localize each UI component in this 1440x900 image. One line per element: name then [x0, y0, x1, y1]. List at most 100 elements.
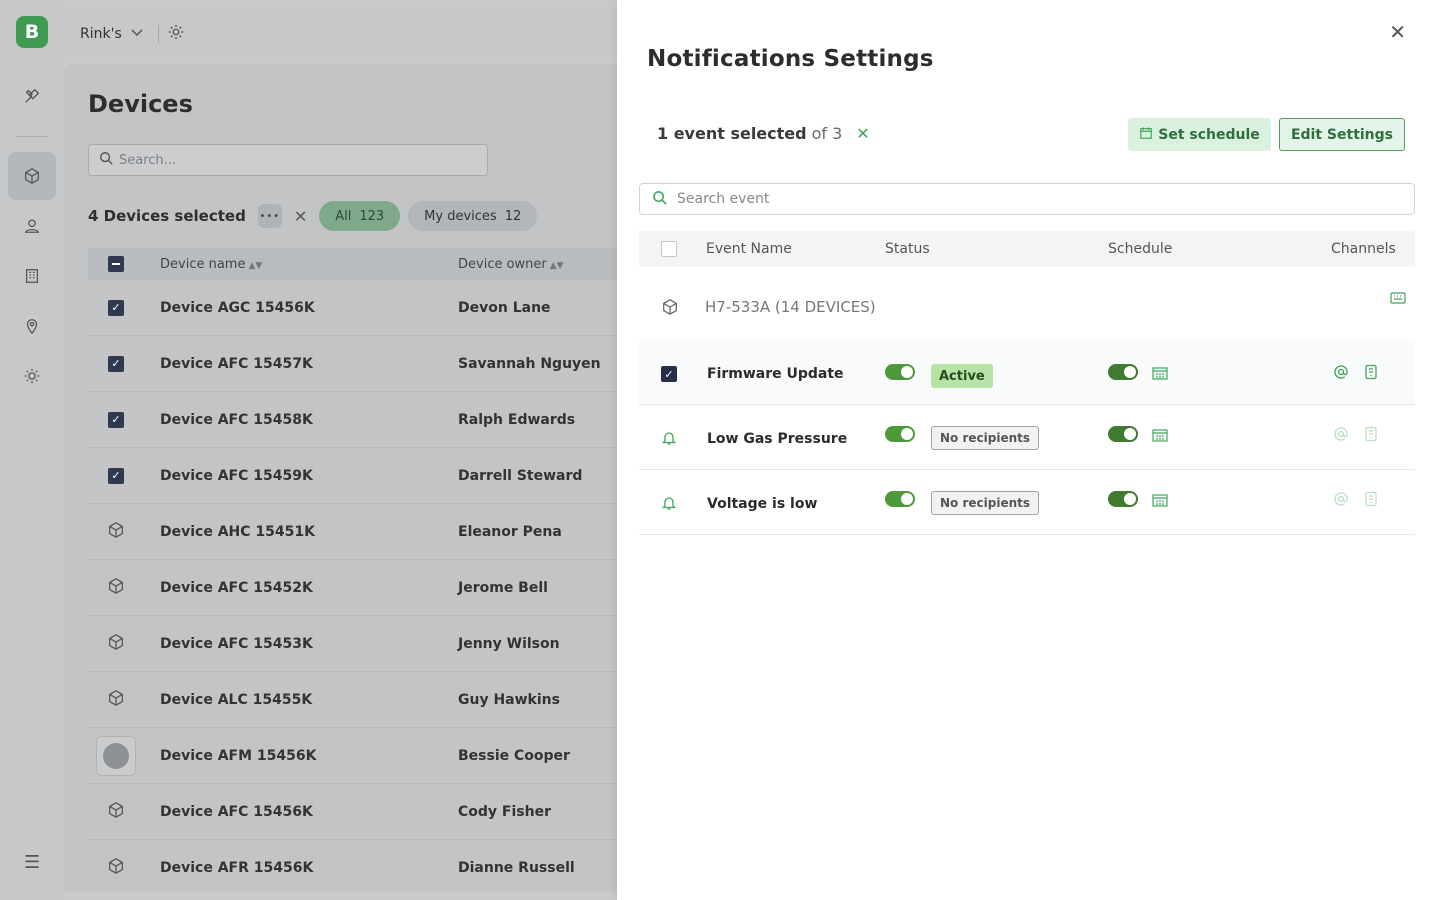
device-owner: Guy Hawkins [458, 691, 560, 708]
email-channel-icon[interactable] [1333, 426, 1349, 446]
row-checkbox[interactable] [108, 355, 124, 372]
row-checkbox[interactable] [108, 411, 124, 428]
edit-settings-button[interactable]: Edit Settings [1279, 118, 1405, 151]
devices-panel: Devices Search... 4 Devices selected •••… [64, 64, 684, 892]
device-name[interactable]: Device AFC 15453K [160, 636, 313, 652]
more-actions-button[interactable]: ••• [257, 204, 282, 228]
device-row[interactable]: Device AFC 15456K Cody Fisher [88, 784, 684, 840]
device-name[interactable]: Device AFM 15456K [160, 748, 316, 764]
device-name[interactable]: Device AHC 15451K [160, 524, 315, 540]
row-checkbox[interactable] [108, 467, 124, 484]
column-event-name: Event Name [706, 241, 792, 257]
building-icon[interactable] [8, 252, 56, 300]
email-channel-icon[interactable] [1333, 364, 1349, 384]
status-toggle[interactable] [885, 364, 915, 380]
device-row[interactable]: Device AFC 15457K Savannah Nguyen [88, 336, 684, 392]
search-icon [99, 151, 113, 169]
device-owner: Savannah Nguyen [458, 355, 601, 372]
tools-icon[interactable] [8, 72, 56, 120]
calendar-icon[interactable] [1152, 365, 1168, 384]
filter-my-devices-pill[interactable]: My devices 12 [408, 201, 538, 231]
sort-icon[interactable]: ▲▼ [248, 261, 262, 271]
keyboard-icon[interactable] [1390, 289, 1406, 308]
page-title: Devices [88, 90, 193, 118]
calendar-icon[interactable] [1152, 492, 1168, 511]
event-checkbox[interactable]: ✓ [661, 366, 677, 382]
device-row[interactable]: Device AFC 15458K Ralph Edwards [88, 392, 684, 448]
device-row[interactable]: Device AHC 15451K Eleanor Pena [88, 504, 684, 560]
cube-icon [107, 857, 125, 879]
device-name[interactable]: Device AFR 15456K [160, 860, 313, 876]
device-row[interactable]: Device AFC 15459K Darrell Steward [88, 448, 684, 504]
hamburger-menu-icon[interactable]: ☰ [24, 852, 40, 873]
device-name[interactable]: Device AGC 15456K [160, 300, 315, 316]
clear-selection-icon[interactable]: ✕ [294, 207, 307, 226]
device-owner: Eleanor Pena [458, 523, 562, 540]
device-channel-icon[interactable] [1364, 426, 1378, 446]
gear-icon[interactable] [167, 23, 185, 45]
org-name[interactable]: Rink's [80, 26, 122, 42]
select-all-events-checkbox[interactable] [661, 241, 677, 257]
device-channel-icon[interactable] [1364, 491, 1378, 511]
device-owner: Ralph Edwards [458, 411, 576, 428]
device-row[interactable]: Device AGC 15456K Devon Lane [88, 280, 684, 336]
device-name[interactable]: Device AFC 15457K [160, 356, 313, 372]
drawer-title: Notifications Settings [647, 46, 934, 72]
close-icon[interactable]: ✕ [1389, 20, 1406, 44]
column-device-name-label: Device name [160, 256, 246, 272]
search-placeholder: Search... [119, 152, 177, 168]
device-row[interactable]: Device ALC 15455K Guy Hawkins [88, 672, 684, 728]
user-icon[interactable] [8, 202, 56, 250]
column-status: Status [885, 241, 930, 257]
cube-icon[interactable] [8, 152, 56, 200]
device-owner: Devon Lane [458, 299, 551, 316]
device-name[interactable]: Device AFC 15452K [160, 580, 313, 596]
event-row[interactable]: ✓ Firmware Update Active [639, 340, 1415, 405]
notifications-drawer: ✕ Notifications Settings 1 event selecte… [617, 0, 1440, 900]
app-logo[interactable]: B [16, 16, 48, 48]
row-checkbox[interactable] [108, 299, 124, 316]
event-table-header: Event Name Status Schedule Channels [639, 231, 1415, 267]
device-row[interactable]: Device AFC 15452K Jerome Bell [88, 560, 684, 616]
email-channel-icon[interactable] [1333, 491, 1349, 511]
column-device-owner[interactable]: Device owner ▲▼ [458, 257, 564, 272]
search-icon [652, 190, 667, 209]
device-row[interactable]: Device AFC 15453K Jenny Wilson [88, 616, 684, 672]
cube-icon [107, 801, 125, 823]
event-name: Low Gas Pressure [707, 431, 848, 447]
schedule-toggle[interactable] [1108, 364, 1138, 380]
device-row[interactable]: Device AFM 15456K Bessie Cooper [88, 728, 684, 784]
device-name[interactable]: Device AFC 15458K [160, 412, 313, 428]
top-bar: Rink's [64, 8, 684, 56]
calendar-icon[interactable] [1152, 427, 1168, 446]
device-name[interactable]: Device AFC 15459K [160, 468, 313, 484]
sort-icon[interactable]: ▲▼ [550, 261, 564, 271]
device-name[interactable]: Device AFC 15456K [160, 804, 313, 820]
device-name[interactable]: Device ALC 15455K [160, 692, 312, 708]
chevron-down-icon[interactable] [130, 25, 144, 43]
column-device-name[interactable]: Device name ▲▼ [160, 257, 262, 272]
filter-all-pill[interactable]: All 123 [319, 201, 401, 231]
schedule-toggle[interactable] [1108, 491, 1138, 507]
location-pin-icon[interactable] [8, 302, 56, 350]
selection-bar: 4 Devices selected ••• ✕ All 123 My devi… [88, 200, 538, 232]
column-schedule: Schedule [1108, 241, 1173, 257]
event-row[interactable]: Voltage is low No recipients [639, 470, 1415, 535]
device-search-input[interactable]: Search... [88, 144, 488, 176]
set-schedule-button[interactable]: Set schedule [1128, 118, 1271, 151]
column-channels: Channels [1331, 241, 1396, 257]
status-toggle[interactable] [885, 491, 915, 507]
event-search-input[interactable]: Search event [639, 183, 1415, 215]
device-channel-icon[interactable] [1364, 364, 1378, 384]
event-selection-summary: 1 event selected of 3 ✕ [657, 124, 870, 143]
select-all-checkbox[interactable] [108, 256, 124, 272]
status-toggle[interactable] [885, 426, 915, 442]
event-selected-count: 1 event selected [657, 124, 807, 143]
device-row[interactable]: Device AFR 15456K Dianne Russell [88, 840, 684, 892]
event-row[interactable]: Low Gas Pressure No recipients [639, 405, 1415, 470]
device-group-row[interactable]: H7-533A (14 DEVICES) [639, 278, 1415, 334]
schedule-toggle[interactable] [1108, 426, 1138, 442]
device-table-header: Device name ▲▼ Device owner ▲▼ [88, 248, 684, 280]
sun-icon[interactable] [8, 352, 56, 400]
clear-event-selection-icon[interactable]: ✕ [856, 124, 869, 143]
